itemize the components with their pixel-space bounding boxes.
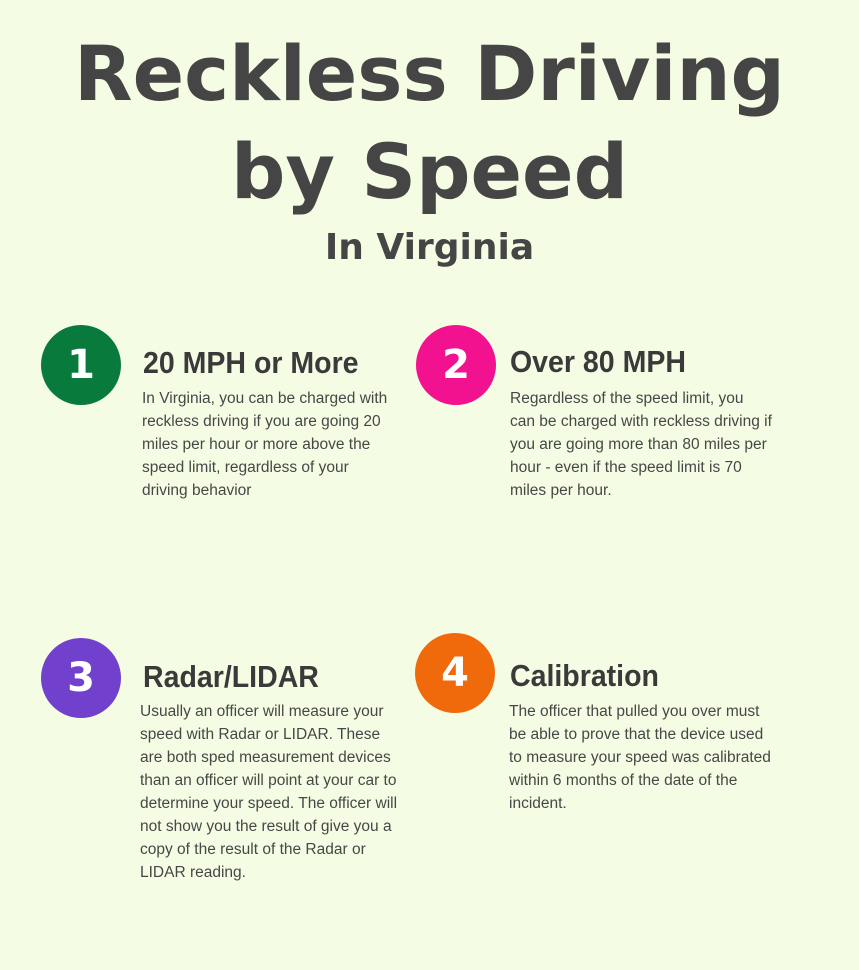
- title-line-1: Reckless Driving: [74, 29, 785, 118]
- item-heading-1: 20 MPH or More: [143, 345, 359, 380]
- number-badge-4: 4: [415, 633, 495, 713]
- item-text-2: Regardless of the speed limit, you can b…: [510, 390, 772, 499]
- item-heading-2: Over 80 MPH: [510, 344, 686, 379]
- number-1: 1: [67, 342, 95, 388]
- number-3: 3: [67, 655, 95, 701]
- item-heading-3: Radar/LIDAR: [143, 659, 319, 694]
- item-text-1: In Virginia, you can be charged with rec…: [142, 390, 388, 499]
- item-text-3: Usually an officer will measure your spe…: [140, 703, 398, 881]
- item-heading-4: Calibration: [510, 658, 659, 693]
- item-text-4: The officer that pulled you over must be…: [509, 703, 771, 812]
- number-badge-3: 3: [41, 638, 121, 718]
- number-badge-2: 2: [416, 325, 496, 405]
- title-line-2: by Speed: [230, 127, 629, 216]
- subtitle: In Virginia: [324, 227, 535, 268]
- number-badge-1: 1: [41, 325, 121, 405]
- number-4: 4: [441, 650, 469, 696]
- number-2: 2: [442, 342, 470, 388]
